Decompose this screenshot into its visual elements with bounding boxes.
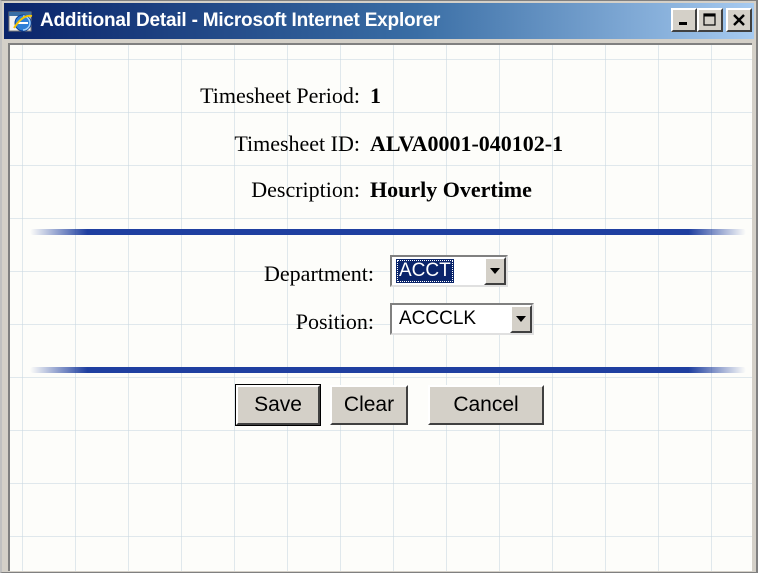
department-select-value: ACCT [396, 259, 454, 283]
dropdown-arrow-icon [516, 316, 526, 322]
position-label: Position: [295, 309, 374, 334]
position-select-value: ACCCLK [399, 308, 477, 329]
page-content: Timesheet Period: 1 Timesheet ID: ALVA00… [8, 43, 752, 571]
maximize-button[interactable] [697, 8, 723, 32]
position-dropdown-button[interactable] [510, 305, 532, 333]
position-select[interactable]: ACCCLK [390, 303, 534, 335]
cancel-button[interactable]: Cancel [428, 385, 544, 425]
description-row: Description: Hourly Overtime [10, 177, 752, 207]
save-button[interactable]: Save [235, 384, 321, 426]
top-divider [30, 229, 746, 235]
department-row: Department: [10, 261, 380, 291]
department-label: Department: [264, 261, 374, 286]
dropdown-arrow-icon [490, 268, 500, 274]
position-row: Position: [10, 309, 380, 339]
internet-explorer-icon [8, 11, 33, 32]
department-dropdown-button[interactable] [484, 257, 506, 285]
timesheet-period-row: Timesheet Period: 1 [10, 83, 752, 113]
timesheet-id-value: ALVA0001-040102-1 [370, 131, 564, 156]
minimize-button[interactable] [671, 8, 697, 32]
title-bar[interactable]: Additional Detail - Microsoft Internet E… [4, 3, 754, 39]
window-controls [671, 8, 752, 32]
timesheet-period-label: Timesheet Period: [200, 83, 360, 108]
bottom-divider [30, 367, 746, 373]
description-value: Hourly Overtime [370, 177, 532, 202]
timesheet-id-row: Timesheet ID: ALVA0001-040102-1 [10, 131, 752, 161]
close-icon [733, 14, 745, 26]
close-button[interactable] [726, 8, 752, 32]
clear-button[interactable]: Clear [330, 385, 408, 425]
minimize-icon [679, 22, 687, 25]
timesheet-period-value: 1 [370, 83, 381, 108]
window-title: Additional Detail - Microsoft Internet E… [40, 10, 441, 31]
department-select[interactable]: ACCT [390, 255, 508, 287]
description-label: Description: [251, 177, 360, 202]
maximize-icon [703, 13, 716, 26]
ie-popup-window: Additional Detail - Microsoft Internet E… [0, 0, 758, 573]
timesheet-id-label: Timesheet ID: [234, 131, 360, 156]
